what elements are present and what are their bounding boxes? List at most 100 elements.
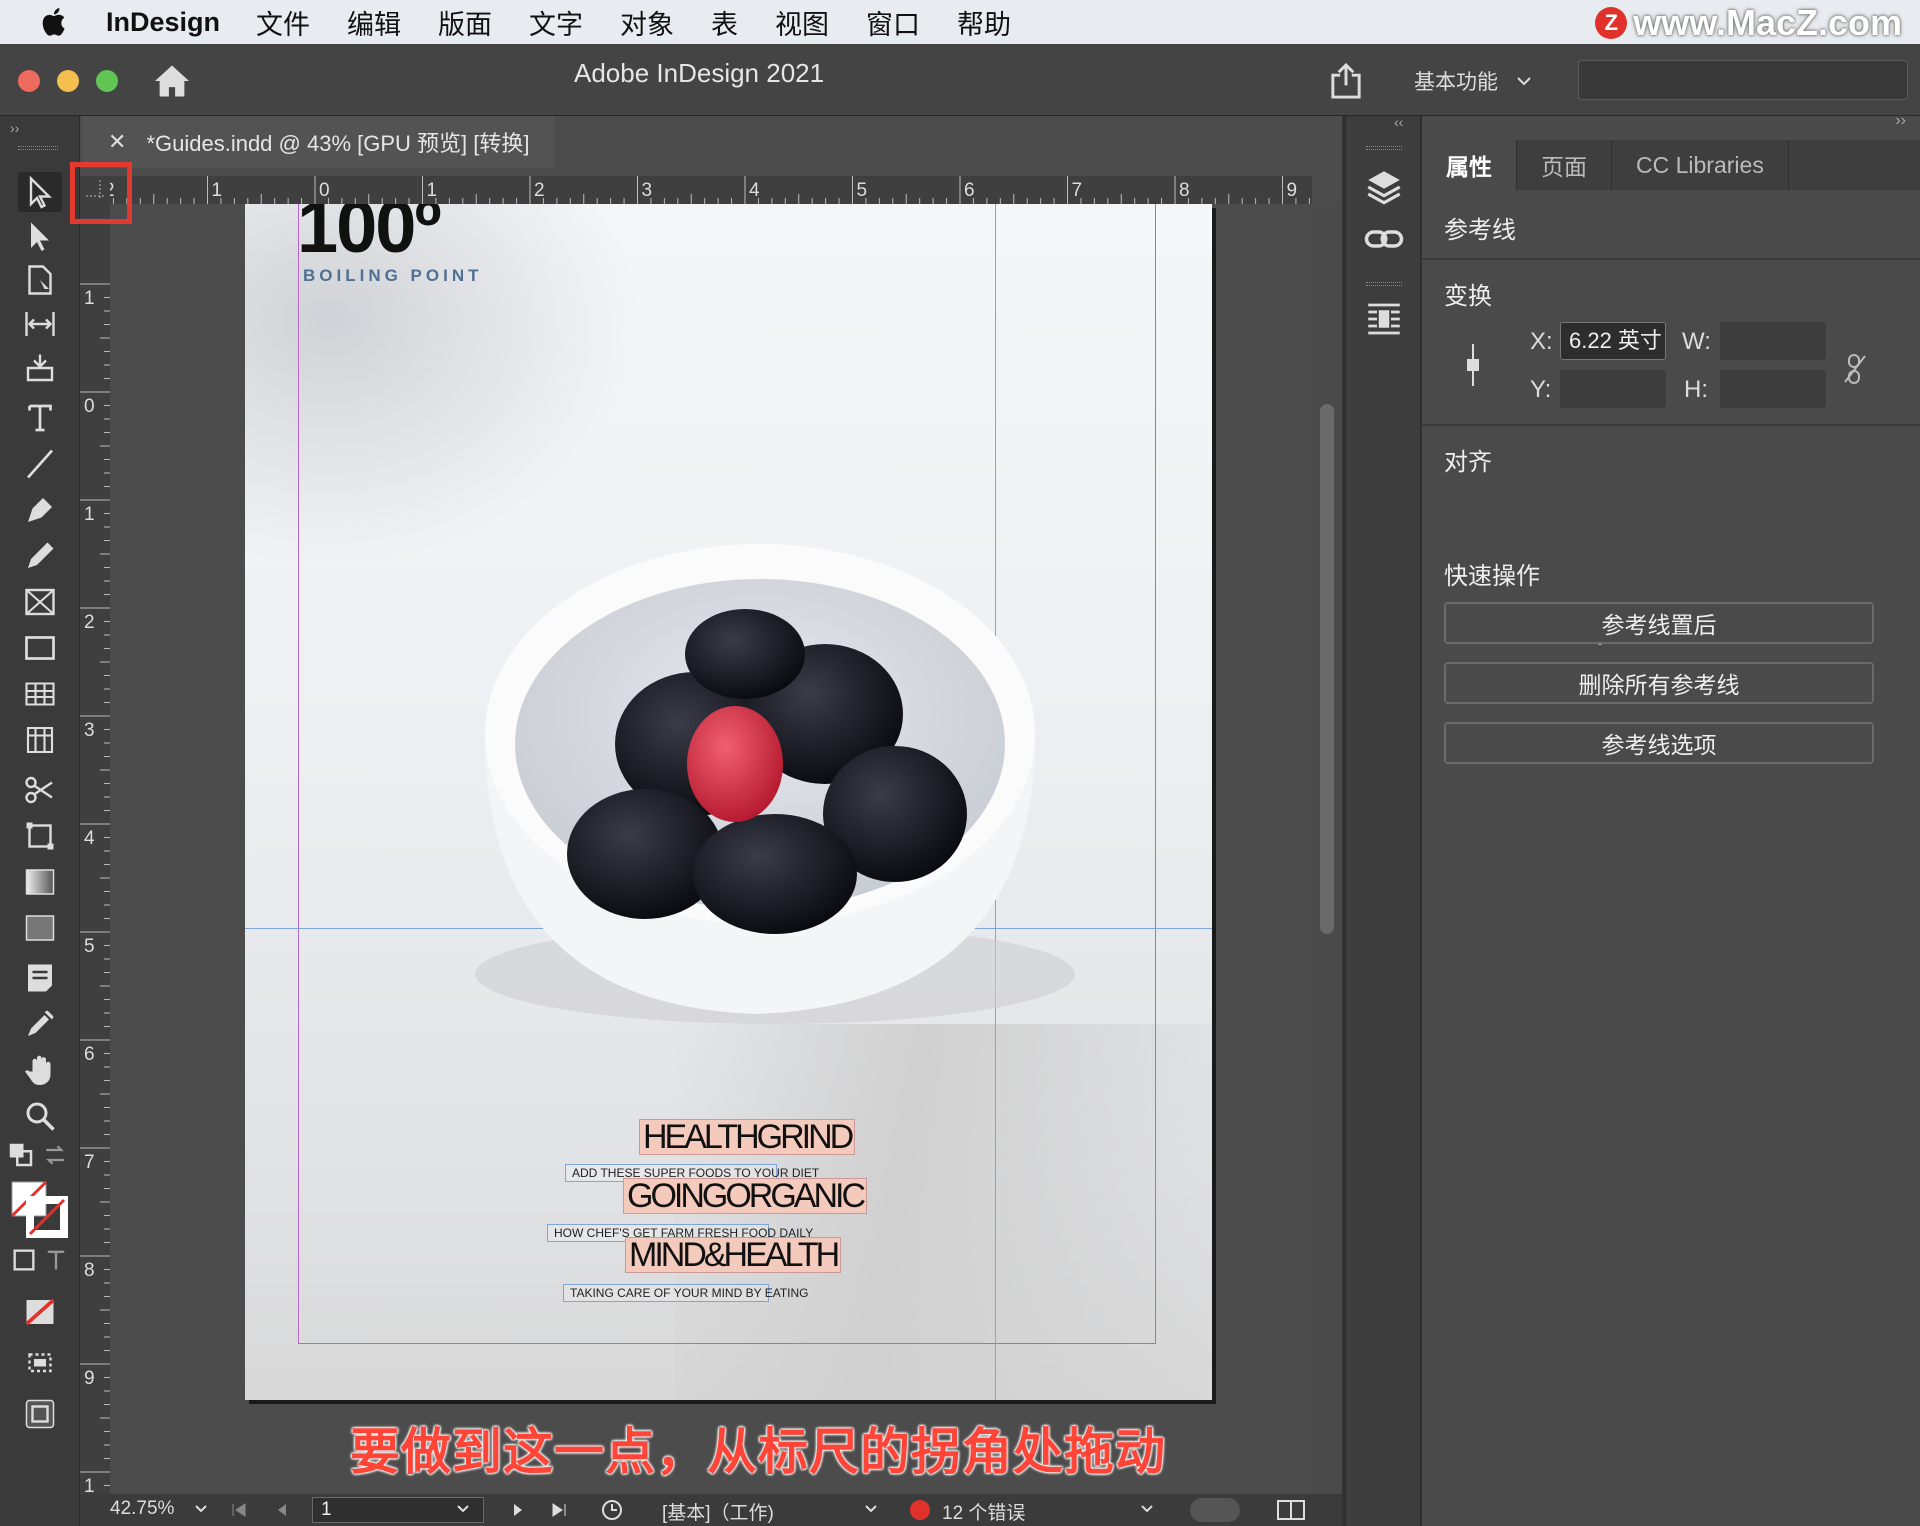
share-icon[interactable] — [1328, 62, 1364, 100]
last-page-icon[interactable] — [550, 1502, 568, 1518]
fill-stroke-swatch[interactable] — [8, 1178, 68, 1238]
grid-tool[interactable] — [18, 720, 62, 760]
links-icon[interactable] — [1363, 218, 1405, 260]
vertical-scrollbar[interactable] — [1312, 204, 1342, 1496]
split-window-icon[interactable] — [1276, 1499, 1306, 1521]
menu-layout[interactable]: 版面 — [438, 3, 492, 42]
close-window-button[interactable] — [18, 70, 40, 92]
horizontal-ruler[interactable]: 210123456789 — [80, 176, 1312, 204]
workspace-switcher[interactable]: 基本功能 — [1414, 66, 1532, 96]
document-tab[interactable]: ✕ *Guides.indd @ 43% [GPU 预览] [转换] — [82, 116, 554, 168]
scissors-tool[interactable] — [18, 770, 62, 810]
scrollbar-thumb[interactable] — [1320, 404, 1334, 934]
reference-point-icon[interactable] — [1464, 342, 1482, 388]
selection-tool[interactable] — [18, 172, 62, 212]
preview-mode-button[interactable] — [18, 1394, 62, 1434]
hand-tool[interactable] — [18, 1050, 62, 1090]
apple-icon[interactable] — [38, 5, 72, 39]
text-wrap-icon[interactable] — [1363, 298, 1405, 340]
free-transform-tool[interactable] — [18, 816, 62, 856]
previous-page-icon[interactable] — [276, 1502, 288, 1518]
y-position-field[interactable] — [1560, 370, 1666, 408]
panel-grip[interactable] — [1366, 282, 1402, 286]
menu-type[interactable]: 文字 — [529, 3, 583, 42]
magnifier-icon — [26, 1102, 55, 1131]
gap-tool[interactable] — [18, 304, 62, 344]
type-tool-icon — [28, 404, 52, 432]
screen-mode-button[interactable] — [18, 1342, 62, 1382]
page-tool-icon — [28, 265, 52, 295]
vertical-ruler[interactable]: 1012345678910 — [80, 176, 110, 1515]
first-page-icon[interactable] — [230, 1502, 248, 1518]
search-input[interactable] — [1578, 60, 1908, 100]
note-tool[interactable] — [18, 958, 62, 998]
direct-selection-tool[interactable] — [18, 216, 62, 256]
home-icon[interactable] — [153, 64, 191, 98]
panel-grip[interactable] — [1366, 146, 1402, 150]
guide-options-button[interactable]: 参考线选项 — [1444, 722, 1874, 764]
panel-grip[interactable] — [18, 146, 58, 150]
delete-all-guides-button[interactable]: 删除所有参考线 — [1444, 662, 1874, 704]
gap-tool-icon — [25, 312, 55, 336]
menu-window[interactable]: 窗口 — [866, 3, 920, 42]
gradient-feather-tool[interactable] — [18, 908, 62, 948]
menu-app-name[interactable]: InDesign — [106, 7, 220, 38]
error-count[interactable]: 12 个错误 — [942, 1498, 1025, 1525]
menu-edit[interactable]: 编辑 — [347, 3, 401, 42]
table-icon — [25, 682, 55, 706]
apply-none-button[interactable] — [18, 1292, 62, 1332]
chevron-down-icon[interactable] — [456, 1504, 470, 1514]
eyedropper-tool[interactable] — [18, 1004, 62, 1044]
gradient-swatch-tool[interactable] — [18, 862, 62, 902]
close-icon[interactable]: ✕ — [108, 129, 126, 155]
horizontal-scroll-thumb[interactable] — [1190, 1498, 1240, 1522]
collapse-arrows-icon[interactable]: ‹‹ — [1394, 114, 1403, 130]
swap-fill-stroke-button[interactable] — [40, 1140, 70, 1170]
rectangle-tool[interactable] — [18, 628, 62, 668]
zoom-tool[interactable] — [18, 1096, 62, 1136]
preflight-profile[interactable]: [基本]（工作) — [662, 1498, 774, 1525]
formatting-text-button[interactable] — [42, 1246, 70, 1274]
ruler-label: 0 — [84, 396, 95, 417]
page-tool[interactable] — [18, 260, 62, 300]
width-field[interactable] — [1720, 322, 1826, 360]
pen-tool[interactable] — [18, 490, 62, 530]
zoom-level[interactable]: 42.75% — [110, 1498, 174, 1520]
type-tool[interactable] — [18, 398, 62, 438]
formatting-container-button[interactable] — [10, 1246, 38, 1274]
constrain-proportions-icon[interactable] — [1842, 352, 1868, 386]
tab-pages[interactable]: 页面 — [1517, 140, 1612, 190]
collapse-arrows-icon[interactable]: ›› — [10, 120, 19, 136]
collapse-arrows-icon[interactable]: ›› — [1895, 112, 1906, 130]
section-title-transform: 变换 — [1444, 283, 1492, 310]
document-page[interactable]: 100º BOILING POINT HEALTHGRIND ADD THESE… — [245, 204, 1212, 1400]
menu-view[interactable]: 视图 — [775, 3, 829, 42]
chevron-down-icon[interactable] — [194, 1504, 208, 1514]
default-fill-stroke-button[interactable] — [6, 1140, 36, 1170]
free-transform-icon — [26, 822, 54, 850]
menu-file[interactable]: 文件 — [256, 3, 310, 42]
minimize-window-button[interactable] — [57, 70, 79, 92]
move-guides-back-button[interactable]: 参考线置后 — [1444, 602, 1874, 644]
x-position-field[interactable]: 6.22 英寸 — [1560, 322, 1666, 360]
tab-cc-libraries[interactable]: CC Libraries — [1612, 140, 1789, 190]
watermark: Z www.MacZ.com — [1595, 2, 1902, 44]
rectangle-frame-tool[interactable] — [18, 582, 62, 622]
table-tool[interactable] — [18, 674, 62, 714]
chevron-down-icon[interactable] — [864, 1504, 878, 1514]
zoom-window-button[interactable] — [96, 70, 118, 92]
pencil-tool[interactable] — [18, 536, 62, 576]
menu-table[interactable]: 表 — [711, 3, 738, 42]
next-page-icon[interactable] — [512, 1502, 524, 1518]
menu-help[interactable]: 帮助 — [957, 3, 1011, 42]
tab-properties[interactable]: 属性 — [1422, 140, 1517, 190]
menu-object[interactable]: 对象 — [620, 3, 674, 42]
h-label: H: — [1684, 376, 1708, 403]
height-field[interactable] — [1720, 370, 1826, 408]
chevron-down-icon[interactable] — [1140, 1504, 1154, 1514]
preflight-clock-icon[interactable] — [600, 1498, 626, 1522]
content-collector-tool[interactable] — [18, 348, 62, 388]
layers-icon[interactable] — [1363, 166, 1405, 208]
rectangle-frame-icon — [25, 588, 55, 616]
line-tool[interactable] — [18, 444, 62, 484]
